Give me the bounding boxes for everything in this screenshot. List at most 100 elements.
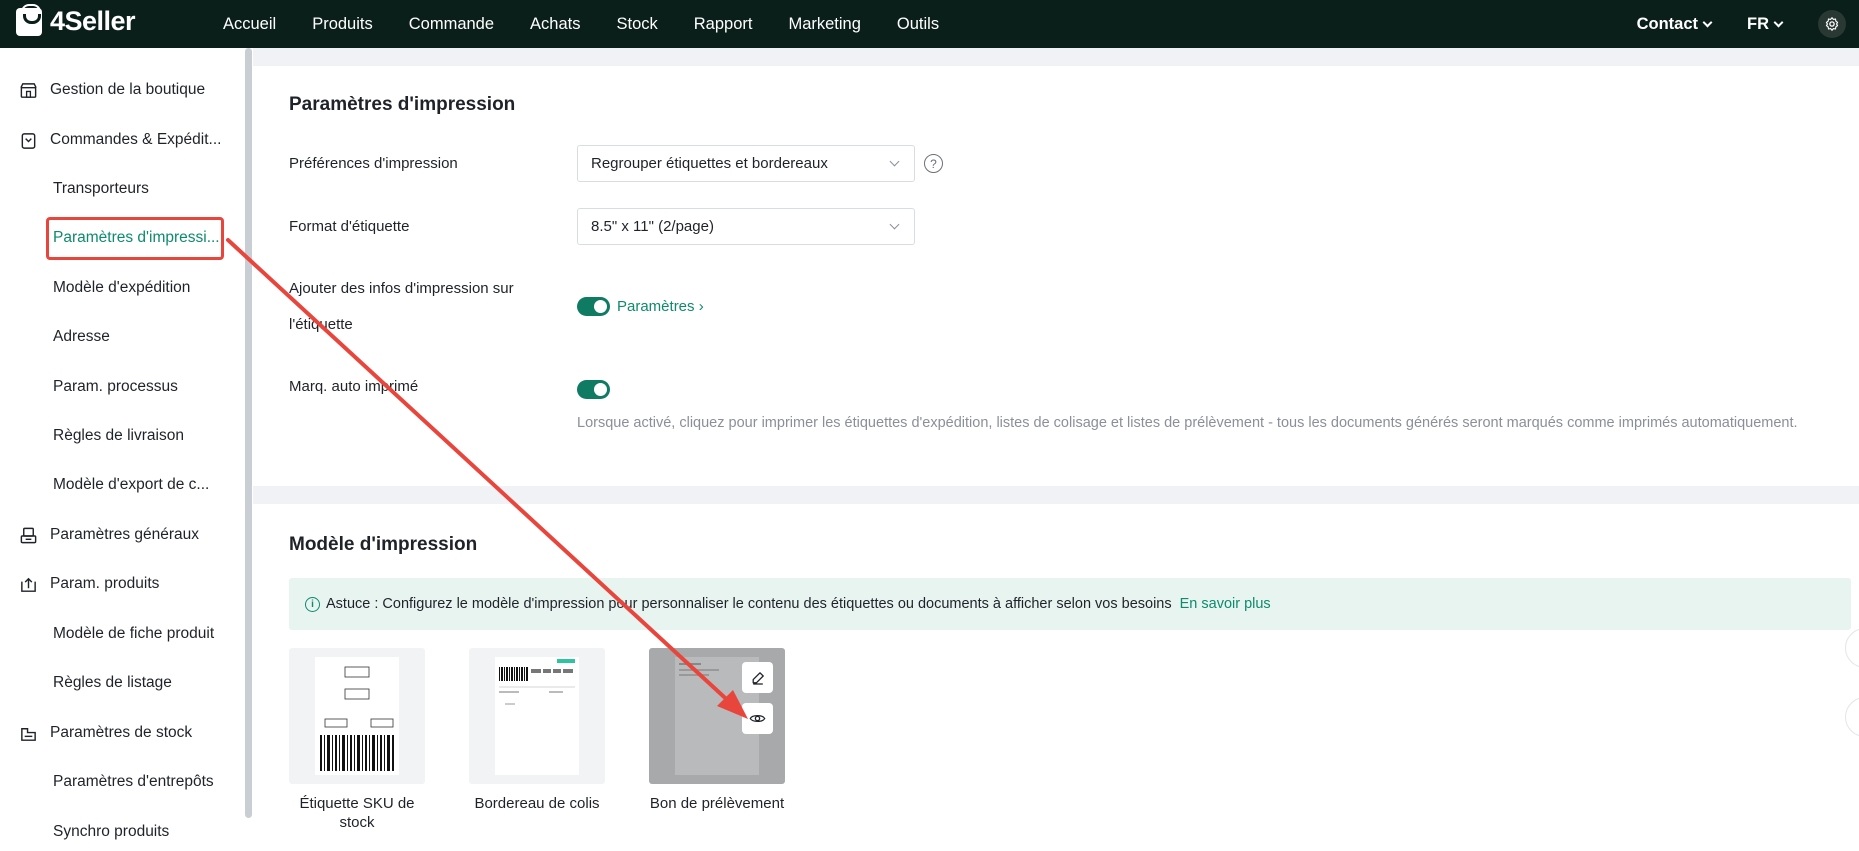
sidebar-item-label: Modèle de fiche produit bbox=[53, 625, 215, 642]
product-upload-icon bbox=[18, 574, 38, 594]
sidebar-item-label: Règles de listage bbox=[53, 674, 172, 691]
auto-mark-description: Lorsque activé, cliquez pour imprimer le… bbox=[577, 415, 1798, 431]
auto-mark-printed-label: Marq. auto imprimé bbox=[289, 378, 419, 395]
top-navigation-bar: 4Seller Accueil Produits Commande Achats… bbox=[0, 0, 1859, 48]
nav-outils[interactable]: Outils bbox=[879, 15, 957, 34]
print-settings-panel: Paramètres d'impression Préférences d'im… bbox=[253, 66, 1859, 486]
contact-label: Contact bbox=[1636, 14, 1698, 33]
nav-stock[interactable]: Stock bbox=[598, 15, 675, 34]
sidebar-item-label: Règles de livraison bbox=[53, 427, 184, 444]
sidebar-item-modele-fiche-produit[interactable]: Modèle de fiche produit bbox=[0, 614, 245, 654]
main-nav: Accueil Produits Commande Achats Stock R… bbox=[205, 0, 957, 48]
template-card-packing-slip[interactable] bbox=[469, 648, 605, 784]
tip-banner: i Astuce : Configurez le modèle d'impres… bbox=[289, 578, 1851, 630]
sidebar-item-label: Adresse bbox=[53, 328, 110, 345]
template-card-label: Bordereau de colis bbox=[457, 794, 617, 813]
sidebar-item-label: Param. processus bbox=[53, 378, 178, 395]
template-card-sku-label[interactable] bbox=[289, 648, 425, 784]
language-menu[interactable]: FR bbox=[1747, 14, 1784, 34]
template-card-label: Étiquette SKU de stock bbox=[277, 794, 437, 832]
app-name: 4Seller bbox=[50, 6, 136, 36]
sidebar-item-label: Param. produits bbox=[50, 575, 160, 592]
sku-label-thumbnail bbox=[315, 657, 399, 775]
chevron-down-icon bbox=[1702, 17, 1713, 27]
learn-more-link[interactable]: En savoir plus bbox=[1180, 596, 1271, 612]
sidebar-item-regles-livraison[interactable]: Règles de livraison bbox=[0, 416, 245, 456]
info-icon: i bbox=[305, 596, 320, 612]
sidebar-item-label: Gestion de la boutique bbox=[50, 81, 206, 98]
contact-menu[interactable]: Contact bbox=[1636, 14, 1713, 34]
sidebar-item-synchro-produits[interactable]: Synchro produits bbox=[0, 812, 245, 851]
params-link-label: Paramètres bbox=[617, 298, 695, 315]
sidebar-item-param-produits[interactable]: Param. produits bbox=[0, 564, 245, 604]
sidebar-item-parametres-entrepots[interactable]: Paramètres d'entrepôts bbox=[0, 762, 245, 802]
sidebar-item-parametres-stock[interactable]: Paramètres de stock bbox=[0, 713, 245, 753]
template-card-label-line1: Étiquette SKU de bbox=[299, 795, 415, 812]
nav-accueil[interactable]: Accueil bbox=[205, 15, 294, 34]
store-icon bbox=[18, 80, 38, 100]
label-format-label: Format d'étiquette bbox=[289, 218, 410, 235]
preview-template-button[interactable] bbox=[742, 703, 773, 734]
add-print-info-toggle[interactable] bbox=[577, 297, 610, 316]
print-templates-title: Modèle d'impression bbox=[289, 534, 478, 555]
sidebar-item-label: Modèle d'expédition bbox=[53, 279, 191, 296]
general-settings-icon bbox=[18, 525, 38, 545]
chevron-down-icon bbox=[1773, 17, 1784, 27]
nav-rapport[interactable]: Rapport bbox=[676, 15, 771, 34]
sidebar-scrollbar[interactable] bbox=[245, 48, 252, 818]
logo-bag-icon bbox=[16, 3, 42, 36]
sidebar-item-label: Transporteurs bbox=[53, 180, 149, 197]
label-format-select[interactable]: 8.5" x 11" (2/page) bbox=[577, 208, 915, 245]
stock-icon bbox=[18, 723, 38, 743]
tip-text: Astuce : Configurez le modèle d'impressi… bbox=[326, 596, 1172, 612]
label-format-value: 8.5" x 11" (2/page) bbox=[591, 218, 714, 235]
sidebar-item-commandes-expedition[interactable]: Commandes & Expédit... bbox=[0, 120, 245, 160]
nav-commande[interactable]: Commande bbox=[391, 15, 512, 34]
sidebar-item-gestion-boutique[interactable]: Gestion de la boutique bbox=[0, 70, 245, 110]
template-card-label-line1: Bordereau de colis bbox=[474, 795, 600, 812]
nav-marketing[interactable]: Marketing bbox=[770, 15, 878, 34]
settings-button[interactable] bbox=[1818, 10, 1846, 38]
gear-icon bbox=[1825, 17, 1839, 31]
order-icon bbox=[18, 130, 38, 150]
chevron-down-icon bbox=[889, 156, 900, 167]
print-preferences-label: Préférences d'impression bbox=[289, 155, 458, 172]
sidebar-item-label: Paramètres d'entrepôts bbox=[53, 773, 214, 790]
nav-achats[interactable]: Achats bbox=[512, 15, 598, 34]
sidebar-item-transporteurs[interactable]: Transporteurs bbox=[0, 169, 245, 209]
sidebar-item-regles-listage[interactable]: Règles de listage bbox=[0, 663, 245, 703]
sidebar-item-modele-expedition[interactable]: Modèle d'expédition bbox=[0, 268, 245, 308]
nav-produits[interactable]: Produits bbox=[294, 15, 391, 34]
print-templates-panel: Modèle d'impression i Astuce : Configure… bbox=[253, 504, 1859, 851]
chevron-down-icon bbox=[889, 219, 900, 230]
sidebar-item-param-processus[interactable]: Param. processus bbox=[0, 367, 245, 407]
eraser-edit-icon bbox=[752, 671, 764, 685]
add-print-info-label: Ajouter des infos d'impression sur bbox=[289, 280, 514, 297]
sidebar-item-adresse[interactable]: Adresse bbox=[0, 317, 245, 357]
template-card-label: Bon de prélèvement bbox=[637, 794, 797, 813]
annotation-highlight-box bbox=[46, 217, 224, 260]
print-preferences-value: Regrouper étiquettes et bordereaux bbox=[591, 155, 828, 172]
app-logo[interactable]: 4Seller bbox=[16, 3, 136, 37]
template-card-label-line1: Bon de prélèvement bbox=[649, 795, 785, 812]
help-icon[interactable]: ? bbox=[924, 154, 943, 173]
sidebar-item-label: Synchro produits bbox=[53, 823, 170, 840]
sidebar-item-modele-export[interactable]: Modèle d'export de c... bbox=[0, 465, 245, 505]
print-info-params-link[interactable]: Paramètres › bbox=[617, 298, 704, 315]
sidebar-item-parametres-generaux[interactable]: Paramètres généraux bbox=[0, 515, 245, 555]
sidebar-item-label: Modèle d'export de c... bbox=[53, 476, 210, 493]
template-card-pick-list[interactable] bbox=[649, 648, 785, 784]
sidebar-item-label: Paramètres généraux bbox=[50, 526, 200, 543]
print-settings-title: Paramètres d'impression bbox=[289, 94, 516, 115]
packing-slip-thumbnail bbox=[495, 657, 579, 775]
sidebar-item-label: Commandes & Expédit... bbox=[50, 131, 222, 148]
sidebar-item-label: Paramètres de stock bbox=[50, 724, 193, 741]
edit-template-button[interactable] bbox=[742, 662, 773, 693]
template-card-label-line2: stock bbox=[339, 814, 375, 831]
language-label: FR bbox=[1747, 14, 1769, 33]
print-preferences-select[interactable]: Regrouper étiquettes et bordereaux bbox=[577, 145, 915, 182]
settings-sidebar: Gestion de la boutique Commandes & Expéd… bbox=[0, 48, 253, 851]
eye-icon bbox=[749, 714, 766, 723]
add-print-info-label-line2: l'étiquette bbox=[289, 316, 353, 333]
auto-mark-printed-toggle[interactable] bbox=[577, 380, 610, 399]
